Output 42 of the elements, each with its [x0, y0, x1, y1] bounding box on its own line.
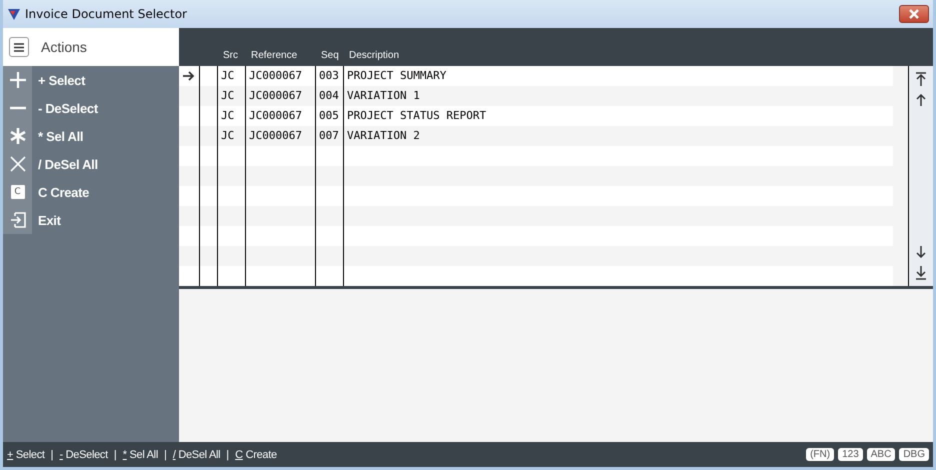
action-item[interactable]: + Select — [3, 66, 179, 94]
table-row[interactable]: JC JC000067 003 PROJECT SUMMARY — [179, 66, 893, 86]
menu-button[interactable] — [9, 37, 29, 57]
shortcut-link[interactable]: C Create — [235, 448, 277, 460]
action-item[interactable]: - DeSelect — [3, 94, 179, 122]
action-item[interactable]: C C Create — [3, 178, 179, 206]
letter-icon: C — [10, 185, 24, 199]
column-header[interactable]: Seq — [315, 50, 343, 61]
actions-title: Actions — [41, 39, 87, 55]
plus-icon — [8, 71, 26, 89]
shortcut-link[interactable]: * Sel All — [122, 448, 158, 460]
shortcut-link[interactable]: - DeSelect — [60, 448, 108, 460]
shortcut-link[interactable]: / DeSel All — [172, 448, 220, 460]
scroll-top-icon[interactable] — [916, 72, 926, 86]
scroll-bottom-icon[interactable] — [916, 266, 926, 280]
asterisk-icon — [8, 127, 26, 145]
scroll-down-icon[interactable] — [916, 246, 926, 258]
mode-badge[interactable]: (FN) — [806, 448, 834, 461]
close-button[interactable] — [899, 5, 929, 23]
exit-icon — [10, 212, 26, 228]
separator: | — [226, 448, 230, 460]
mode-badge[interactable]: 123 — [838, 448, 863, 461]
mode-badge[interactable]: DBG — [899, 448, 929, 461]
action-item[interactable]: * Sel All — [3, 122, 179, 150]
menu-icon — [14, 42, 24, 52]
separator: | — [164, 448, 167, 460]
mode-badge[interactable]: ABC — [866, 448, 896, 461]
separator: | — [114, 448, 117, 460]
column-header[interactable]: Src — [217, 50, 245, 61]
scroll-up-icon[interactable] — [916, 94, 926, 106]
close-icon — [908, 9, 920, 19]
shortcut-link[interactable]: + Select — [7, 448, 45, 460]
minus-icon — [8, 106, 26, 110]
table-row[interactable]: JC JC000067 005 PROJECT STATUS REPORT — [179, 106, 893, 126]
close-icon — [10, 156, 26, 172]
column-header[interactable]: Reference — [245, 50, 315, 61]
action-item[interactable]: / DeSel All — [3, 150, 179, 178]
column-header[interactable]: Description — [343, 50, 933, 61]
app-logo-icon — [7, 8, 21, 20]
separator: | — [50, 448, 54, 460]
action-item[interactable]: Exit — [3, 206, 179, 234]
window-title: Invoice Document Selector — [25, 7, 187, 21]
